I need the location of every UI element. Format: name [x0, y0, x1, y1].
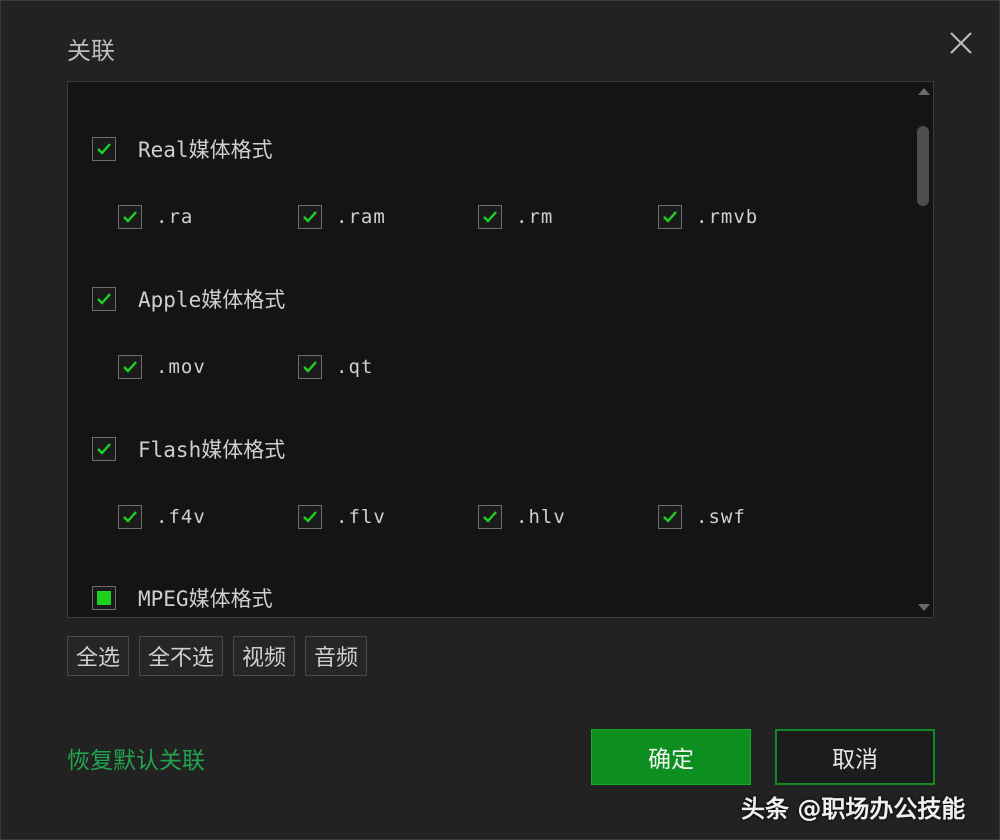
select-all-button[interactable]: 全选	[67, 636, 130, 676]
item-label: .rm	[516, 206, 554, 228]
check-icon	[303, 361, 317, 373]
check-icon	[303, 511, 317, 523]
check-icon	[483, 511, 497, 523]
group-real: Real媒体格式	[92, 134, 273, 164]
item-label: .rmvb	[696, 206, 759, 228]
close-icon[interactable]	[943, 25, 979, 61]
format-item-mov[interactable]: .mov	[118, 352, 298, 382]
selection-buttons: 全选 全不选 视频 音频	[67, 636, 368, 676]
check-icon	[97, 443, 111, 455]
group-label-apple: Apple媒体格式	[138, 288, 286, 312]
group-label-real: Real媒体格式	[138, 138, 273, 162]
group-apple: Apple媒体格式	[92, 284, 285, 314]
select-none-button[interactable]: 全不选	[139, 636, 224, 676]
scroll-thumb[interactable]	[917, 126, 929, 206]
check-icon	[483, 211, 497, 223]
format-item-ram[interactable]: .ram	[298, 202, 478, 232]
item-checkbox[interactable]	[118, 505, 142, 529]
cancel-button[interactable]: 取消	[775, 729, 935, 785]
check-icon	[663, 511, 677, 523]
format-item-f4v[interactable]: .f4v	[118, 502, 298, 532]
check-icon	[123, 211, 137, 223]
group-checkbox-flash[interactable]	[92, 437, 116, 461]
group-checkbox-real[interactable]	[92, 137, 116, 161]
dialog-title: 关联	[67, 37, 115, 65]
group-label-mpeg: MPEG媒体格式	[138, 587, 273, 611]
item-checkbox[interactable]	[658, 505, 682, 529]
check-icon	[97, 143, 111, 155]
item-label: .ram	[336, 206, 386, 228]
group-items-apple: .mov .qt	[118, 352, 478, 382]
watermark: 头条 @职场办公技能	[741, 795, 966, 823]
format-item-hlv[interactable]: .hlv	[478, 502, 658, 532]
audio-button[interactable]: 音频	[305, 636, 368, 676]
format-item-rmvb[interactable]: .rmvb	[658, 202, 838, 232]
item-label: .qt	[336, 356, 374, 378]
ok-button[interactable]: 确定	[591, 729, 751, 785]
group-label-flash: Flash媒体格式	[138, 438, 286, 462]
group-mpeg: MPEG媒体格式	[92, 583, 273, 613]
scroll-down-icon[interactable]	[918, 604, 930, 611]
check-icon	[123, 361, 137, 373]
group-flash: Flash媒体格式	[92, 434, 285, 464]
format-item-qt[interactable]: .qt	[298, 352, 478, 382]
item-checkbox[interactable]	[658, 205, 682, 229]
group-items-flash: .f4v .flv .hlv .swf	[118, 502, 838, 532]
group-items-real: .ra .ram .rm .rmvb	[118, 202, 838, 232]
item-checkbox[interactable]	[298, 205, 322, 229]
restore-default-link[interactable]: 恢复默认关联	[67, 741, 205, 775]
partial-check-icon	[97, 591, 111, 605]
group-checkbox-apple[interactable]	[92, 287, 116, 311]
scroll-up-icon[interactable]	[918, 88, 930, 95]
item-label: .flv	[336, 506, 386, 528]
check-icon	[303, 211, 317, 223]
format-item-swf[interactable]: .swf	[658, 502, 838, 532]
item-label: .ra	[156, 206, 194, 228]
association-dialog: 关联 Real媒体格式 .ra .ram .rm .rmvb Apple媒体格式…	[0, 0, 1000, 840]
item-label: .hlv	[516, 506, 566, 528]
item-label: .mov	[156, 356, 206, 378]
check-icon	[123, 511, 137, 523]
check-icon	[663, 211, 677, 223]
format-list-panel: Real媒体格式 .ra .ram .rm .rmvb Apple媒体格式 .m…	[67, 81, 934, 618]
item-checkbox[interactable]	[478, 505, 502, 529]
format-item-rm[interactable]: .rm	[478, 202, 658, 232]
video-button[interactable]: 视频	[233, 636, 296, 676]
item-label: .swf	[696, 506, 746, 528]
item-checkbox[interactable]	[478, 205, 502, 229]
item-checkbox[interactable]	[298, 355, 322, 379]
check-icon	[97, 293, 111, 305]
format-item-flv[interactable]: .flv	[298, 502, 478, 532]
item-checkbox[interactable]	[298, 505, 322, 529]
vertical-scrollbar[interactable]	[915, 82, 933, 617]
format-item-ra[interactable]: .ra	[118, 202, 298, 232]
item-checkbox[interactable]	[118, 355, 142, 379]
item-checkbox[interactable]	[118, 205, 142, 229]
item-label: .f4v	[156, 506, 206, 528]
group-checkbox-mpeg[interactable]	[92, 586, 116, 610]
